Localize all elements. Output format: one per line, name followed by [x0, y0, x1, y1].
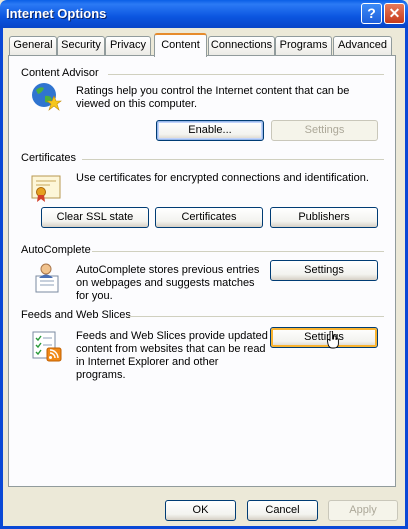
tab-label: Connections [210, 39, 273, 51]
tab-label: Content [161, 39, 200, 51]
certificates-description: Use certificates for encrypted connectio… [76, 172, 369, 184]
button-label: Publishers [298, 211, 350, 223]
divider [92, 251, 384, 252]
certificate-icon [31, 175, 61, 202]
button-label: Cancel [265, 504, 300, 516]
tab-programs[interactable]: Programs [275, 36, 332, 55]
tab-label: Privacy [109, 39, 147, 51]
autocomplete-heading: AutoComplete [21, 244, 94, 256]
clear-ssl-state-button[interactable]: Clear SSL state [41, 207, 149, 228]
button-label: Settings [304, 124, 345, 136]
autocomplete-form-icon [35, 263, 59, 293]
button-label: Settings [304, 264, 344, 276]
tab-label: General [13, 39, 53, 51]
content-advisor-globe-icon [32, 83, 62, 111]
cancel-button[interactable]: Cancel [247, 500, 318, 521]
certificates-heading: Certificates [21, 152, 80, 164]
tab-label: Security [61, 39, 101, 51]
help-button[interactable]: ? [361, 3, 382, 24]
divider [82, 159, 384, 160]
feeds-settings-button[interactable]: Settings [270, 327, 378, 348]
tab-privacy[interactable]: Privacy [105, 36, 151, 55]
feeds-icon [32, 331, 62, 362]
content-advisor-description: Ratings help you control the Internet co… [76, 85, 350, 110]
button-label: Clear SSL state [56, 211, 134, 223]
apply-button[interactable]: Apply [328, 500, 398, 521]
content-advisor-settings-button[interactable]: Settings [271, 120, 378, 141]
help-icon: ? [367, 5, 376, 21]
hand-cursor-icon [327, 331, 339, 349]
button-label: OK [192, 504, 209, 516]
tab-general[interactable]: General [9, 36, 57, 55]
feeds-heading: Feeds and Web Slices [21, 309, 134, 321]
tab-label: Advanced [338, 39, 387, 51]
button-label: Enable... [188, 124, 232, 136]
tab-content[interactable]: Content [154, 33, 207, 57]
tab-advanced[interactable]: Advanced [333, 36, 392, 55]
close-button[interactable]: ✕ [384, 3, 405, 24]
tab-label: Programs [279, 39, 328, 51]
feeds-description: Feeds and Web Slices provide updated con… [76, 330, 268, 381]
divider [128, 316, 384, 317]
certificates-button[interactable]: Certificates [155, 207, 263, 228]
enable-content-advisor-button[interactable]: Enable... [156, 120, 264, 141]
autocomplete-settings-button[interactable]: Settings [270, 260, 378, 281]
close-icon: ✕ [388, 5, 401, 21]
tab-connections[interactable]: Connections [208, 36, 275, 55]
content-advisor-heading: Content Advisor [21, 67, 102, 79]
ok-button[interactable]: OK [165, 500, 236, 521]
button-label: Certificates [181, 211, 237, 223]
window-title: Internet Options [6, 6, 107, 21]
button-label: Apply [349, 504, 377, 516]
tab-security[interactable]: Security [57, 36, 105, 55]
title-bar[interactable]: Internet Options ? ✕ [0, 0, 408, 28]
autocomplete-description: AutoComplete stores previous entries on … [76, 264, 260, 302]
publishers-button[interactable]: Publishers [270, 207, 378, 228]
divider [108, 74, 384, 75]
